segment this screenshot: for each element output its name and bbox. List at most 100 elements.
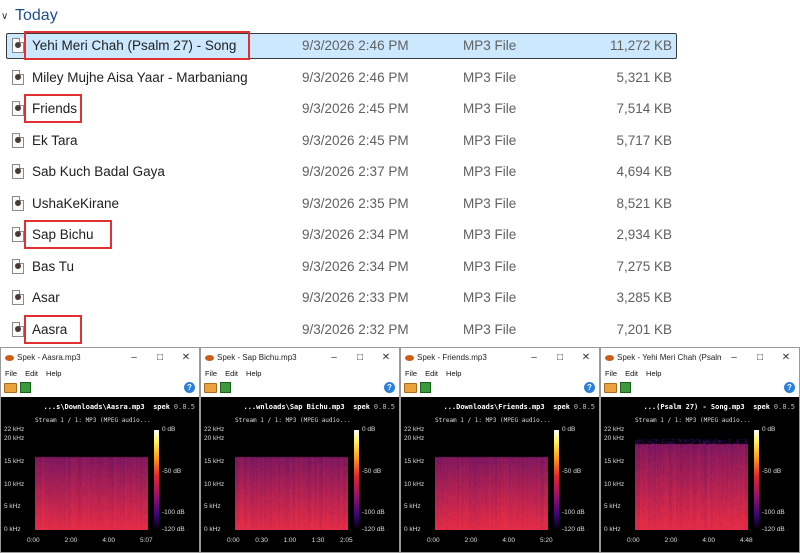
minimize-button[interactable]: –	[521, 352, 547, 363]
file-row[interactable]: Miley Mujhe Aisa Yaar - Marbaniang 9/3/2…	[0, 62, 800, 94]
freq-tick-label: 20 kHz	[604, 435, 625, 443]
file-size: 11,272 KB	[609, 38, 672, 54]
save-icon[interactable]	[620, 382, 631, 393]
file-type: MP3 File	[463, 101, 517, 117]
menu-file[interactable]: File	[605, 369, 617, 378]
folder-open-icon[interactable]	[604, 382, 617, 393]
maximize-button[interactable]: □	[547, 352, 573, 363]
help-icon[interactable]: ?	[384, 382, 395, 393]
mp3-file-icon	[12, 38, 24, 53]
file-row[interactable]: Yehi Meri Chah (Psalm 27) - Song 9/3/202…	[0, 30, 800, 62]
minimize-button[interactable]: –	[721, 352, 747, 363]
mp3-file-icon	[12, 195, 24, 211]
file-row[interactable]: UshaKeKirane 9/3/2026 2:35 PM MP3 File 8…	[0, 188, 800, 220]
file-size: 4,694 KB	[616, 164, 672, 180]
spectrogram-view: ...s\Downloads\Aasra.mp3 spek 0.8.5 Strea…	[1, 397, 199, 552]
maximize-button[interactable]: □	[147, 352, 173, 363]
file-date: 9/3/2026 2:33 PM	[302, 290, 409, 306]
save-icon[interactable]	[220, 382, 231, 393]
file-name: Ek Tara	[32, 132, 78, 148]
file-type: MP3 File	[463, 132, 517, 148]
spectrogram	[635, 430, 748, 530]
menu-edit[interactable]: Edit	[425, 369, 438, 378]
time-tick-label: 2:00	[464, 537, 478, 544]
help-icon[interactable]: ?	[184, 382, 195, 393]
chevron-down-icon[interactable]: ∨	[1, 11, 15, 22]
window-titlebar[interactable]: Spek - Yehi Meri Chah (Psalm 2... – □ ✕	[601, 348, 799, 367]
annotation-box	[24, 31, 250, 60]
minimize-button[interactable]: –	[121, 352, 147, 363]
maximize-button[interactable]: □	[347, 352, 373, 363]
menu-edit[interactable]: Edit	[225, 369, 238, 378]
menu-help[interactable]: Help	[446, 369, 461, 378]
file-list: Yehi Meri Chah (Psalm 27) - Song 9/3/202…	[0, 30, 800, 345]
time-tick-label: 2:05	[340, 537, 353, 544]
file-size: 5,717 KB	[616, 132, 672, 148]
menu-help[interactable]: Help	[46, 369, 61, 378]
file-row[interactable]: Ek Tara 9/3/2026 2:45 PM MP3 File 5,717 …	[0, 125, 800, 157]
file-name: Asar	[32, 290, 60, 306]
file-size: 3,285 KB	[616, 290, 672, 306]
db-tick-label: 0 dB	[162, 426, 176, 433]
spek-window[interactable]: Spek - Friends.mp3 – □ ✕ File Edit Help ? …	[400, 347, 600, 553]
file-date: 9/3/2026 2:45 PM	[302, 101, 409, 117]
menu-help[interactable]: Help	[646, 369, 661, 378]
menu-file[interactable]: File	[205, 369, 217, 378]
file-row[interactable]: Asar 9/3/2026 2:33 PM MP3 File 3,285 KB	[0, 282, 800, 314]
file-size: 5,321 KB	[616, 69, 672, 85]
file-size: 7,201 KB	[616, 321, 672, 337]
save-icon[interactable]	[420, 382, 431, 393]
stream-info: Stream 1 / 1: MP3 (MPEG audio...	[635, 417, 751, 424]
menu-file[interactable]: File	[405, 369, 417, 378]
file-row[interactable]: Aasra 9/3/2026 2:32 PM MP3 File 7,201 KB	[0, 314, 800, 346]
spek-window[interactable]: Spek - Sap Bichu.mp3 – □ ✕ File Edit Help …	[200, 347, 400, 553]
db-color-scale	[154, 430, 159, 530]
spek-window[interactable]: Spek - Aasra.mp3 – □ ✕ File Edit Help ? ..…	[0, 347, 200, 553]
menu-bar: File Edit Help	[601, 367, 799, 379]
file-type: MP3 File	[463, 164, 517, 180]
file-row[interactable]: Sab Kuch Badal Gaya 9/3/2026 2:37 PM MP3…	[0, 156, 800, 188]
minimize-button[interactable]: –	[321, 352, 347, 363]
file-name: Sab Kuch Badal Gaya	[32, 164, 165, 180]
folder-open-icon[interactable]	[404, 382, 417, 393]
file-type: MP3 File	[463, 227, 517, 243]
freq-tick-label: 10 kHz	[404, 480, 425, 488]
window-titlebar[interactable]: Spek - Aasra.mp3 – □ ✕	[1, 348, 199, 367]
annotation-box	[24, 220, 112, 249]
spek-window[interactable]: Spek - Yehi Meri Chah (Psalm 2... – □ ✕ …	[600, 347, 800, 553]
time-tick-label: 0:00	[427, 537, 440, 544]
close-button[interactable]: ✕	[373, 352, 399, 363]
window-titlebar[interactable]: Spek - Friends.mp3 – □ ✕	[401, 348, 599, 367]
group-header-today[interactable]: ∨ Today	[0, 4, 58, 28]
mp3-file-icon	[12, 227, 24, 242]
close-button[interactable]: ✕	[173, 352, 199, 363]
mp3-file-icon	[12, 101, 24, 116]
db-tick-label: -100 dB	[162, 509, 185, 517]
save-icon[interactable]	[20, 382, 31, 393]
time-tick-label: 5:20	[540, 537, 553, 544]
menu-edit[interactable]: Edit	[25, 369, 38, 378]
close-button[interactable]: ✕	[773, 352, 799, 363]
folder-open-icon[interactable]	[4, 382, 17, 393]
window-titlebar[interactable]: Spek - Sap Bichu.mp3 – □ ✕	[201, 348, 399, 367]
help-icon[interactable]: ?	[584, 382, 595, 393]
folder-open-icon[interactable]	[204, 382, 217, 393]
help-icon[interactable]: ?	[784, 382, 795, 393]
db-tick-label: -50 dB	[762, 467, 782, 475]
file-row[interactable]: Friends 9/3/2026 2:45 PM MP3 File 7,514 …	[0, 93, 800, 125]
close-button[interactable]: ✕	[573, 352, 599, 363]
spek-app-icon	[405, 354, 414, 361]
spek-app-icon	[205, 354, 214, 361]
freq-tick-label: 10 kHz	[204, 480, 225, 488]
file-row[interactable]: Sap Bichu 9/3/2026 2:34 PM MP3 File 2,93…	[0, 219, 800, 251]
menu-file[interactable]: File	[5, 369, 17, 378]
freq-tick-label: 22 kHz	[404, 426, 425, 433]
menu-help[interactable]: Help	[246, 369, 261, 378]
menu-edit[interactable]: Edit	[625, 369, 638, 378]
spectrogram-view: ...(Psalm 27) - Song.mp3 spek 0.8.5 Strea…	[601, 397, 799, 552]
spectrogram	[235, 430, 348, 530]
file-row[interactable]: Bas Tu 9/3/2026 2:34 PM MP3 File 7,275 K…	[0, 251, 800, 283]
freq-tick-label: 5 kHz	[404, 503, 421, 511]
time-tick-label: 1:30	[311, 537, 325, 544]
maximize-button[interactable]: □	[747, 352, 773, 363]
